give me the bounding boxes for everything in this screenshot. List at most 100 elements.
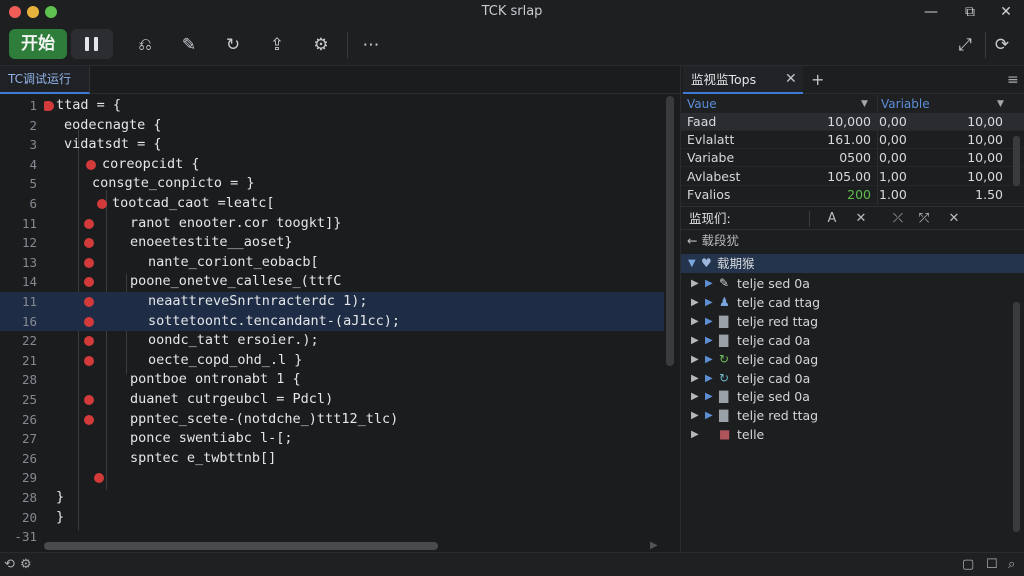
watch-row[interactable]: Faad 10,000 0,00 10,00 <box>681 113 1024 131</box>
breakpoint-icon[interactable] <box>84 257 94 268</box>
scroll-right-icon[interactable]: ▶ <box>650 540 658 551</box>
chevron-right-icon[interactable]: ▶ <box>705 293 713 312</box>
panel-icon[interactable]: ☐ <box>986 556 998 574</box>
variable-column-header[interactable]: Variable <box>881 95 930 113</box>
chevron-right-icon[interactable]: ▶ <box>691 350 699 369</box>
terminal-icon[interactable]: ▢ <box>962 556 974 574</box>
code-line[interactable]: 21 oecte_copd_ohd_.l } <box>0 351 664 371</box>
search-icon[interactable]: ⌕ <box>1008 556 1015 574</box>
breakpoint-icon[interactable] <box>84 395 94 405</box>
chevron-right-icon[interactable]: ▶ <box>705 274 713 293</box>
tree-row[interactable]: ▶ ▶ ▇ telje red ttag <box>681 406 1024 425</box>
clear-icon[interactable]: ✕ <box>945 207 963 230</box>
font-icon[interactable]: A <box>823 207 841 230</box>
close-icon[interactable]: ✕ <box>997 3 1015 21</box>
chevron-right-icon[interactable]: ▶ <box>691 312 699 331</box>
code-line[interactable]: 26 spntec e_twbttnb[] <box>0 449 664 469</box>
start-button[interactable]: 开始 <box>9 29 67 59</box>
watch-row[interactable]: Fvalios 200 1.00 1.50 <box>681 186 1024 204</box>
maximize-icon[interactable]: ⧉ <box>961 3 979 21</box>
code-line[interactable]: 6 tootcad_caot =leatc[ <box>0 194 664 214</box>
code-line[interactable]: 5 consgte_conpicto = } <box>0 174 664 194</box>
editor-tab[interactable]: TC调试运行 <box>0 66 90 94</box>
code-editor[interactable]: 1 ttad = {2 eodecnagte {3 vidatsdt = {4 core… <box>0 94 676 550</box>
code-line[interactable]: 27 ponce swentiabc l-[; <box>0 429 664 449</box>
breakpoint-icon[interactable] <box>84 218 94 229</box>
sort-icon[interactable]: ▼ <box>997 95 1004 113</box>
breakpoint-current-icon[interactable] <box>44 101 54 111</box>
chevron-right-icon[interactable]: ▶ <box>691 406 699 425</box>
chevron-right-icon[interactable]: ▶ <box>705 350 713 369</box>
expand-icon[interactable]: ⤢ <box>953 33 977 57</box>
code-line[interactable]: 28} <box>0 488 664 508</box>
chevron-right-icon[interactable]: ▶ <box>705 331 713 350</box>
code-line[interactable]: 22 oondc_tatt ersoier.); <box>0 331 664 351</box>
tree-row[interactable]: ▶ ▶ ✎ telje sed 0a <box>681 274 1024 293</box>
chevron-right-icon[interactable]: ▶ <box>691 387 699 406</box>
watch-row[interactable]: Avlabest 105.00 1,00 10,00 <box>681 168 1024 186</box>
tree-row[interactable]: ▶ ▶ ♟ telje cad ttag <box>681 293 1024 312</box>
sync-icon[interactable]: ⟲ <box>4 556 15 574</box>
tree-scrollbar[interactable] <box>1013 302 1020 532</box>
code-line[interactable]: 29 <box>0 468 664 488</box>
gear-icon[interactable]: ⚙ <box>309 33 333 57</box>
code-line[interactable]: 20} <box>0 508 664 528</box>
minimize-icon[interactable]: — <box>922 3 940 21</box>
breakpoint-icon[interactable] <box>84 297 94 307</box>
breakpoint-icon[interactable] <box>94 473 104 484</box>
tree-row[interactable]: ▶ ■ telle <box>681 425 1024 444</box>
more-icon[interactable]: ⋯ <box>359 33 383 57</box>
editor-vertical-scrollbar[interactable] <box>666 96 674 366</box>
tree-row[interactable]: ▶ ▶ ▇ telje red ttag <box>681 312 1024 331</box>
collapse-icon[interactable]: ⤫ <box>889 207 907 230</box>
breakpoint-icon[interactable] <box>86 159 96 170</box>
value-column-header[interactable]: Vaue <box>687 95 717 113</box>
editor-horizontal-scrollbar[interactable] <box>44 542 438 550</box>
edit-icon[interactable]: ✎ <box>177 33 201 57</box>
breakpoint-icon[interactable] <box>97 199 107 209</box>
code-line[interactable]: 26 ppntec_scete-(notdche_)ttt12_tlc) <box>0 410 664 430</box>
code-line[interactable]: 14 poone_onetve_callese_(ttfC <box>0 272 664 292</box>
code-line[interactable]: 28 pontboe ontronabt 1 { <box>0 370 664 390</box>
breakpoint-icon[interactable] <box>84 316 94 327</box>
breakpoint-icon[interactable] <box>84 277 94 288</box>
tree-group-row[interactable]: ▼ ♥ 载期猴 <box>681 254 1024 273</box>
code-line[interactable]: 11 neaattreveSnrtnracterdc 1); <box>0 292 664 312</box>
code-line[interactable]: 2 eodecnagte { <box>0 116 664 136</box>
code-line[interactable]: 4 coreopcidt { <box>0 155 664 175</box>
tree-parent-row[interactable]: ← 载段犹 <box>681 231 1024 250</box>
chevron-right-icon[interactable]: ▶ <box>691 369 699 388</box>
tab-close-icon[interactable]: ✕ <box>785 66 797 93</box>
menu-icon[interactable]: ≡ <box>1007 66 1019 94</box>
code-line[interactable]: 3 vidatsdt = { <box>0 135 664 155</box>
breakpoint-icon[interactable] <box>84 336 94 347</box>
chevron-right-icon[interactable]: ▶ <box>705 406 713 425</box>
sort-icon[interactable]: ▼ <box>861 95 868 113</box>
tree-row[interactable]: ▶ ▶ ↻ telje cad 0ag <box>681 350 1024 369</box>
refresh-icon[interactable]: ↻ <box>221 33 245 57</box>
chevron-right-icon[interactable]: ▶ <box>705 369 713 388</box>
code-line[interactable]: 13 nante_coriont_eobacb[ <box>0 253 664 273</box>
chevron-down-icon[interactable]: ▼ <box>688 254 696 273</box>
chevron-right-icon[interactable]: ▶ <box>691 293 699 312</box>
breakpoint-icon[interactable] <box>84 414 94 425</box>
settings-icon[interactable]: ⚙ <box>20 556 32 574</box>
add-tab-icon[interactable]: + <box>811 66 824 93</box>
chevron-right-icon[interactable]: ▶ <box>705 312 713 331</box>
close-icon[interactable]: ✕ <box>852 207 870 230</box>
filter-icon[interactable]: ⤱ <box>915 207 933 230</box>
watch-row[interactable]: Evlalatt 161.00 0,00 10,00 <box>681 131 1024 150</box>
pause-button[interactable] <box>71 29 113 59</box>
tree-row[interactable]: ▶ ▶ ↻ telje cad 0a <box>681 369 1024 388</box>
code-line[interactable]: 12 enoeetestite__aoset} <box>0 233 664 253</box>
tree-row[interactable]: ▶ ▶ ▇ telje sed 0a <box>681 387 1024 406</box>
code-line[interactable]: 16 sottetoontc.tencandant-(aJ1cc); <box>0 311 664 332</box>
code-line[interactable]: 25 duanet cutrgeubcl = Pdcl) <box>0 390 664 410</box>
breakpoint-icon[interactable] <box>84 238 94 249</box>
watch-row[interactable]: Variabe 0500 0,00 10,00 <box>681 149 1024 168</box>
chevron-right-icon[interactable]: ▶ <box>705 387 713 406</box>
code-line[interactable]: 11 ranot enooter.cor toogkt]} <box>0 214 664 234</box>
breakpoint-icon[interactable] <box>84 355 94 366</box>
chevron-right-icon[interactable]: ▶ <box>691 274 699 293</box>
chevron-right-icon[interactable]: ▶ <box>691 331 699 350</box>
